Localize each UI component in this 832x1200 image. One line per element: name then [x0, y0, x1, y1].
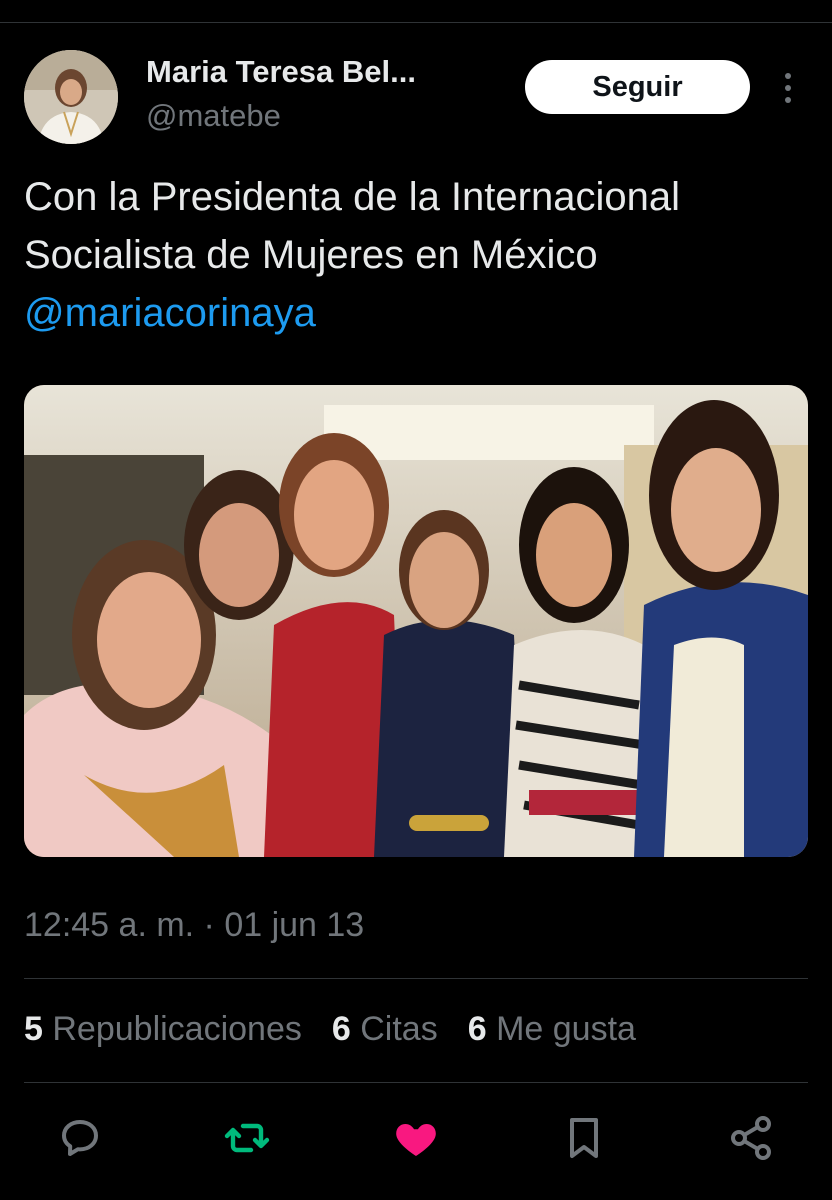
likes-count: 6	[467, 1010, 487, 1048]
reposts-count: 5	[24, 1010, 43, 1048]
share-icon[interactable]	[727, 1114, 775, 1162]
likes-label: Me gusta	[496, 1010, 636, 1048]
actions-top-divider	[24, 1082, 808, 1083]
tweet-text: Con la Presidenta de la Internacional So…	[24, 168, 814, 342]
reposts-stat[interactable]: 5 Republicaciones	[24, 1010, 302, 1049]
group-photo-image	[24, 385, 808, 857]
top-divider	[0, 22, 832, 23]
tweet-timestamp[interactable]: 12:45 a. m. · 01 jun 13	[24, 906, 364, 945]
tweet-stats: 5 Republicaciones 6 Citas 6 Me gusta	[24, 1010, 636, 1049]
likes-stat[interactable]: 6 Me gusta	[468, 1010, 636, 1049]
more-options-icon[interactable]	[776, 70, 800, 106]
author-handle[interactable]: @matebe	[146, 98, 281, 134]
mention-link[interactable]: @mariacorinaya	[24, 284, 814, 342]
reposts-label: Republicaciones	[52, 1010, 302, 1048]
bookmark-icon[interactable]	[560, 1114, 608, 1162]
follow-button[interactable]: Seguir	[525, 60, 750, 114]
avatar-image	[24, 50, 118, 144]
tweet-text-line: Socialista de Mujeres en México	[24, 233, 598, 277]
like-icon[interactable]	[392, 1114, 440, 1162]
tweet-text-line: Con la Presidenta de la Internacional	[24, 175, 680, 219]
reply-icon[interactable]	[56, 1114, 104, 1162]
repost-icon[interactable]	[223, 1114, 271, 1162]
quotes-count: 6	[331, 1010, 351, 1048]
tweet-photo[interactable]	[24, 385, 808, 857]
stats-top-divider	[24, 978, 808, 979]
author-display-name[interactable]: Maria Teresa Bel...	[146, 54, 416, 90]
author-avatar[interactable]	[24, 50, 118, 144]
quotes-label: Citas	[360, 1010, 438, 1048]
quotes-stat[interactable]: 6 Citas	[332, 1010, 438, 1049]
